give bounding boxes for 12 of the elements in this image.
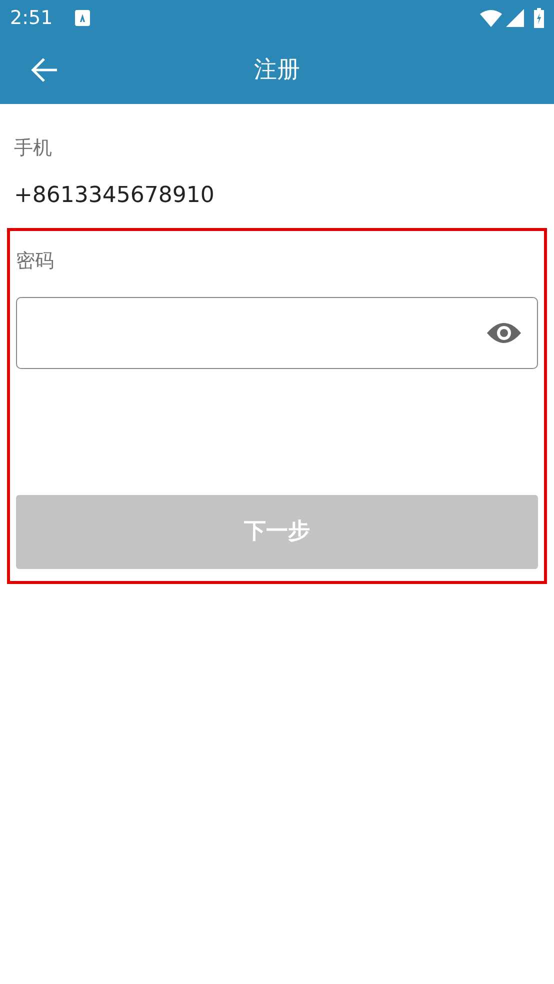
back-arrow-icon <box>30 57 58 83</box>
phone-number: +8613345678910 <box>14 182 214 210</box>
password-field[interactable] <box>16 297 538 369</box>
page-title: 注册 <box>254 56 300 85</box>
password-label: 密码 <box>16 248 54 274</box>
phone-label: 手机 <box>14 136 52 161</box>
wifi-icon <box>480 9 502 27</box>
eye-icon[interactable] <box>487 321 521 345</box>
status-time: 2:51 <box>10 6 53 31</box>
notification-icon <box>74 10 90 26</box>
signal-icon <box>506 9 524 27</box>
battery-icon <box>534 8 544 28</box>
